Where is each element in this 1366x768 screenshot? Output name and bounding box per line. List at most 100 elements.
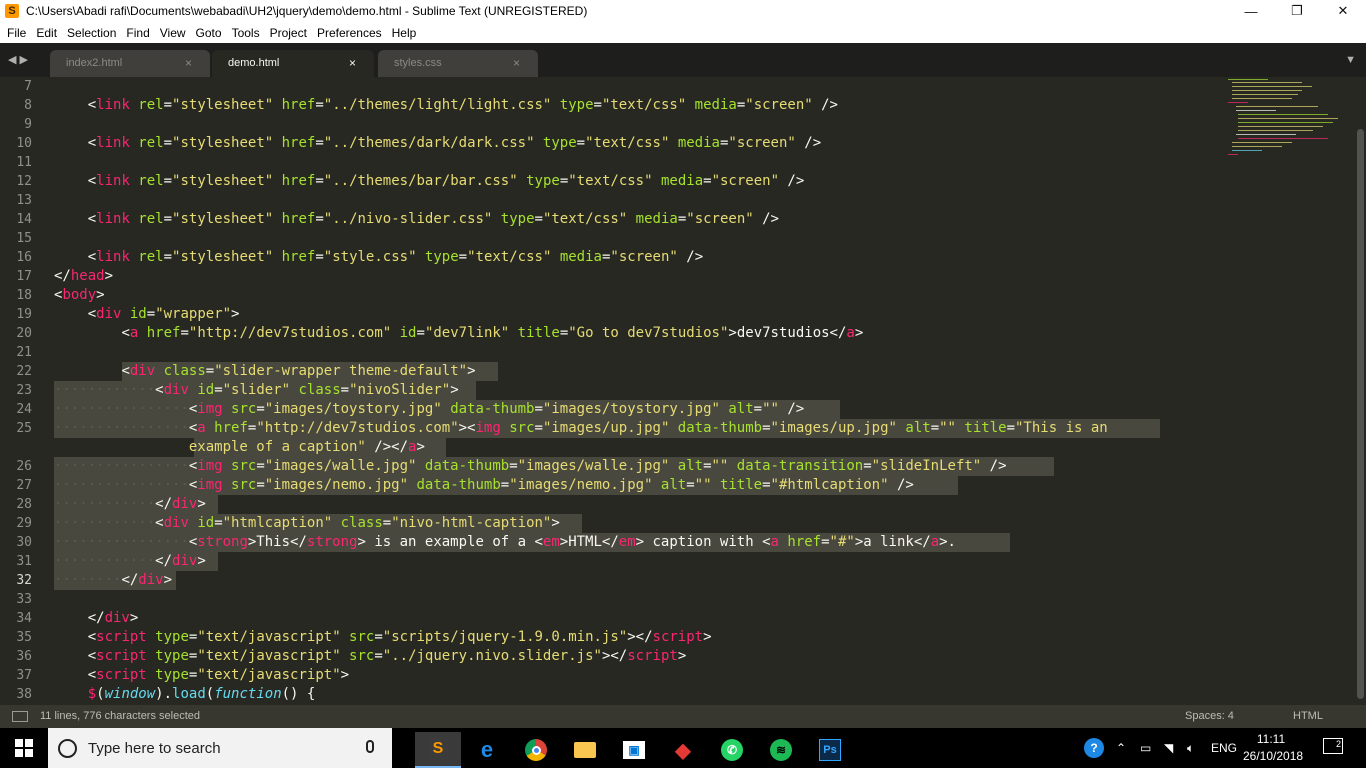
notification-center-icon[interactable]: 2: [1323, 738, 1343, 754]
menu-file[interactable]: File: [2, 26, 31, 40]
line-number: 37: [16, 668, 32, 683]
start-button[interactable]: [0, 728, 48, 768]
taskbar-app-whatsapp[interactable]: ✆: [709, 732, 755, 768]
microphone-icon[interactable]: [366, 740, 374, 753]
punct: =: [315, 173, 324, 189]
taskbar-app-photoshop[interactable]: Ps: [807, 732, 853, 768]
attr-name: src: [500, 420, 535, 436]
menu-preferences[interactable]: Preferences: [312, 26, 387, 40]
tab-label: demo.html: [228, 57, 280, 69]
taskbar-app-garena[interactable]: ◆: [660, 732, 706, 768]
attr-name: id: [188, 382, 215, 398]
punct: >: [231, 306, 240, 322]
vertical-scrollbar[interactable]: [1354, 77, 1366, 705]
text-content: >.: [939, 534, 956, 550]
chevron-up-icon[interactable]: ⌃: [1116, 728, 1126, 768]
code-area[interactable]: <link rel="stylesheet" href="../themes/l…: [54, 77, 1214, 705]
taskbar-app-store[interactable]: ▣: [611, 732, 657, 768]
taskbar-clock[interactable]: 11:11 26/10/2018: [1243, 731, 1303, 765]
code-line-19: <div id="wrapper">: [54, 305, 240, 324]
window-title: C:\Users\Abadi rafi\Documents\webabadi\U…: [26, 4, 588, 18]
line-number: 26: [16, 459, 32, 474]
indentation-setting[interactable]: Spaces: 4: [1185, 710, 1234, 722]
line-number: 10: [16, 136, 32, 151]
menu-selection[interactable]: Selection: [62, 26, 121, 40]
menu-find[interactable]: Find: [121, 26, 154, 40]
attr-name: src: [222, 477, 257, 493]
attr-value: "text/css": [542, 211, 628, 227]
tag-name: a: [930, 534, 940, 550]
taskbar-app-file-explorer[interactable]: [562, 732, 608, 768]
menu-view[interactable]: View: [155, 26, 191, 40]
line-number: 22: [16, 364, 32, 379]
attr-value: "text/css": [467, 249, 552, 265]
tab-close-icon[interactable]: ×: [185, 56, 192, 70]
taskbar-app-edge[interactable]: e: [464, 732, 510, 768]
minimap[interactable]: [1224, 77, 1354, 167]
attr-name: href: [273, 249, 316, 265]
tab-close-icon[interactable]: ×: [513, 56, 520, 70]
line-number: 12: [16, 174, 32, 189]
punct: ).: [155, 686, 173, 702]
code-line-37: <script type="text/javascript">: [54, 666, 349, 685]
indent-guide: ············: [54, 496, 156, 512]
attr-value: "../nivo-slider.css": [323, 211, 493, 227]
menu-project[interactable]: Project: [265, 26, 312, 40]
taskbar-app-sublime[interactable]: S: [415, 732, 461, 768]
menu-edit[interactable]: Edit: [31, 26, 62, 40]
attr-value: "": [694, 477, 712, 493]
wifi-icon[interactable]: ◥: [1164, 728, 1173, 768]
menu-tools[interactable]: Tools: [227, 26, 265, 40]
help-icon[interactable]: ?: [1084, 728, 1104, 768]
punct: <: [87, 135, 97, 151]
code-line-27: ················<img src="images/nemo.jp…: [54, 476, 914, 495]
line-number: 17: [16, 269, 32, 284]
attr-name: class: [155, 363, 206, 379]
menu-help[interactable]: Help: [387, 26, 422, 40]
maximize-button[interactable]: ❐: [1274, 0, 1320, 22]
indent-guide: ················: [54, 401, 189, 417]
punct: >: [104, 268, 114, 284]
punct: ></: [601, 648, 628, 664]
tab-dropdown-icon[interactable]: ▼: [1345, 54, 1356, 66]
menu-goto[interactable]: Goto: [191, 26, 227, 40]
spotify-icon: ≋: [770, 739, 792, 761]
code-line-32: ········</div>: [54, 571, 172, 590]
tag-name: script: [627, 648, 678, 664]
tag-name: script: [96, 667, 147, 683]
punct: <: [155, 382, 164, 398]
tab-close-icon[interactable]: ×: [349, 56, 356, 70]
syntax-selector[interactable]: HTML: [1293, 710, 1323, 722]
minimap-line: [1232, 142, 1292, 143]
line-number: 13: [16, 193, 32, 208]
minimize-button[interactable]: —: [1228, 0, 1274, 22]
garena-icon: ◆: [675, 739, 691, 762]
js-keyword: function: [214, 686, 282, 702]
scrollbar-thumb[interactable]: [1357, 129, 1364, 699]
text-content: >a link</: [854, 534, 931, 550]
tab-styles-css[interactable]: styles.css ×: [378, 50, 538, 77]
taskbar-search-box[interactable]: Type here to search: [48, 728, 392, 768]
tab-nav-arrows-icon[interactable]: ◀▶: [8, 53, 31, 66]
attr-value: "images/walle.jpg": [517, 458, 670, 474]
attr-name: media: [669, 135, 720, 151]
volume-icon[interactable]: 🔈︎: [1187, 728, 1194, 768]
punct: =: [315, 249, 324, 265]
taskbar-app-chrome[interactable]: [513, 732, 559, 768]
line-number: 32: [16, 573, 32, 588]
tab-demo-html[interactable]: demo.html ×: [212, 50, 374, 77]
language-indicator[interactable]: ENG: [1211, 728, 1237, 768]
js-builtin: window: [104, 686, 156, 702]
panel-toggle-icon[interactable]: [12, 711, 28, 722]
punct: =: [374, 648, 383, 664]
minimap-line: [1228, 154, 1238, 155]
close-button[interactable]: ✕: [1320, 0, 1366, 22]
taskbar-app-spotify[interactable]: ≋: [758, 732, 804, 768]
attr-value: "nivo-html-caption": [391, 515, 552, 531]
tab-index2-html[interactable]: index2.html ×: [50, 50, 210, 77]
code-editor[interactable]: 7 8 9 10 11 12 13 14 15 16 17 18 19 20 2…: [0, 77, 1366, 705]
battery-icon[interactable]: ▭: [1140, 728, 1151, 768]
attr-name: id: [391, 325, 417, 341]
